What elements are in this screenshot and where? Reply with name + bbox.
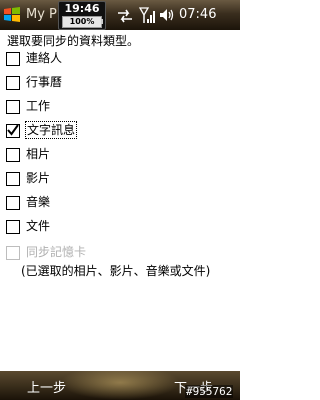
sync-arrows-icon[interactable]	[117, 8, 133, 23]
option-text-messages[interactable]: 文字訊息	[6, 121, 206, 142]
option-tasks[interactable]: 工作	[6, 98, 206, 118]
checkbox[interactable]	[6, 76, 20, 90]
option-sync-memory-card: 同步記憶卡	[6, 244, 206, 264]
instruction-text: 選取要同步的資料類型。	[7, 34, 140, 48]
option-label: 行事曆	[26, 75, 63, 89]
option-label: 文件	[26, 219, 51, 233]
checkbox[interactable]	[6, 172, 20, 186]
memory-card-note: (已選取的相片、影片、音樂或文件)	[21, 264, 211, 278]
option-label: 同步記憶卡	[26, 245, 87, 259]
option-files[interactable]: 文件	[6, 218, 206, 238]
option-label: 文字訊息	[25, 121, 78, 139]
title-bar: My Phone 19:46 100% 07:46	[0, 0, 240, 30]
battery-icon: 100%	[62, 16, 102, 28]
checkbox[interactable]	[6, 100, 20, 114]
battery-cap	[101, 19, 103, 24]
option-videos[interactable]: 影片	[6, 170, 206, 190]
option-music[interactable]: 音樂	[6, 194, 206, 214]
checkbox[interactable]	[6, 196, 20, 210]
option-label: 音樂	[26, 195, 51, 209]
battery-percent: 100%	[69, 17, 95, 26]
app-title: My Phone	[26, 7, 62, 22]
option-contacts[interactable]: 連絡人	[6, 50, 206, 70]
option-calendar[interactable]: 行事曆	[6, 74, 206, 94]
option-label: 影片	[26, 171, 51, 185]
signal-icon[interactable]	[138, 6, 155, 24]
option-label: 相片	[26, 147, 51, 161]
checkbox[interactable]	[6, 220, 20, 234]
watermark: #955762	[185, 385, 234, 398]
clock-battery-widget: 19:46 100%	[58, 1, 106, 30]
checkbox[interactable]	[6, 148, 20, 162]
checkbox-checked[interactable]	[6, 124, 20, 138]
volume-icon[interactable]	[158, 7, 174, 23]
checkmark-icon	[7, 124, 19, 136]
option-label: 連絡人	[26, 51, 63, 65]
status-time[interactable]: 07:46	[179, 7, 216, 22]
back-button[interactable]: 上一步	[27, 377, 66, 396]
checkbox-disabled	[6, 246, 20, 260]
checkbox[interactable]	[6, 52, 20, 66]
option-photos[interactable]: 相片	[6, 146, 206, 166]
widget-clock-time: 19:46	[64, 2, 100, 15]
windows-start-icon[interactable]	[3, 6, 21, 24]
option-label: 工作	[26, 99, 51, 113]
